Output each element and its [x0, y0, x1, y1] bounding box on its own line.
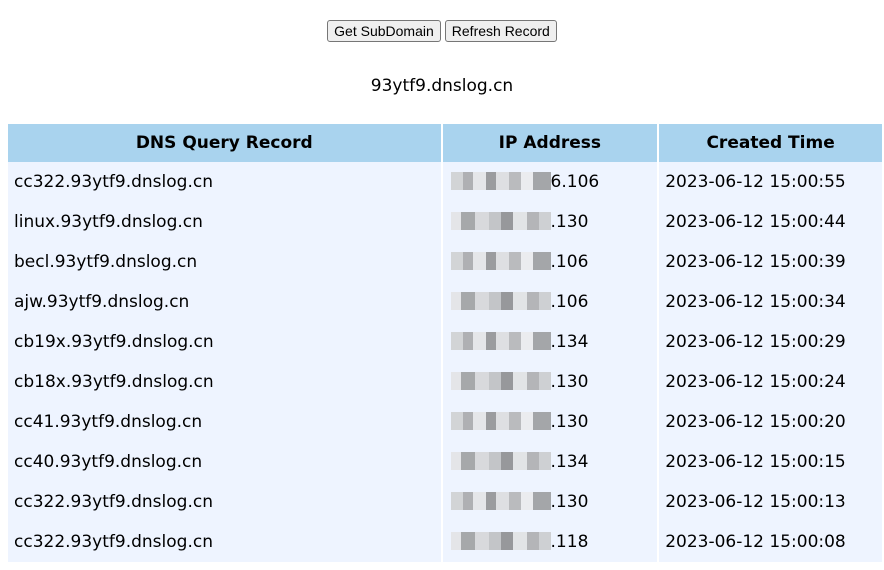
table-row: cb19x.93ytf9.dnslog.cn .134 2023-06-12 1…: [8, 322, 882, 362]
created-time-cell: 2023-06-12 15:00:34: [659, 282, 882, 322]
ip-address-cell: .130: [442, 402, 658, 442]
ip-address-cell: .106: [442, 242, 658, 282]
ip-address-cell: 6.106: [442, 162, 658, 202]
redacted-ip-mosaic: [450, 372, 551, 390]
created-time-cell: 2023-06-12 15:00:29: [659, 322, 882, 362]
ip-suffix: .130: [550, 212, 589, 232]
header-ip-address: IP Address: [442, 124, 658, 162]
ip-address-cell: .130: [442, 202, 658, 242]
redacted-ip-mosaic: [450, 172, 551, 190]
ip-address-cell: .106: [442, 282, 658, 322]
table-header-row: DNS Query Record IP Address Created Time: [8, 124, 882, 162]
redacted-ip-mosaic: [450, 252, 551, 270]
toolbar: Get SubDomain Refresh Record: [0, 20, 884, 42]
created-time-cell: 2023-06-12 15:00:55: [659, 162, 882, 202]
created-time-cell: 2023-06-12 15:00:39: [659, 242, 882, 282]
subdomain-display: 93ytf9.dnslog.cn: [370, 76, 514, 96]
dns-record-cell: becl.93ytf9.dnslog.cn: [8, 242, 441, 282]
table-row: cb18x.93ytf9.dnslog.cn .130 2023-06-12 1…: [8, 362, 882, 402]
dns-record-cell: ajw.93ytf9.dnslog.cn: [8, 282, 441, 322]
redacted-ip-mosaic: [450, 292, 551, 310]
ip-address-cell: .130: [442, 362, 658, 402]
dns-records-table: DNS Query Record IP Address Created Time…: [6, 124, 884, 562]
ip-suffix: .130: [550, 372, 589, 392]
ip-suffix: .106: [550, 252, 589, 272]
dns-record-cell: cc322.93ytf9.dnslog.cn: [8, 522, 441, 562]
created-time-cell: 2023-06-12 15:00:44: [659, 202, 882, 242]
ip-suffix: .130: [550, 492, 589, 512]
table-row: linux.93ytf9.dnslog.cn .130 2023-06-12 1…: [8, 202, 882, 242]
table-row: ajw.93ytf9.dnslog.cn .106 2023-06-12 15:…: [8, 282, 882, 322]
ip-suffix: .118: [550, 532, 589, 552]
ip-suffix: .134: [550, 332, 589, 352]
dns-record-cell: cc322.93ytf9.dnslog.cn: [8, 482, 441, 522]
created-time-cell: 2023-06-12 15:00:15: [659, 442, 882, 482]
dns-record-cell: cb18x.93ytf9.dnslog.cn: [8, 362, 441, 402]
table-row: cc41.93ytf9.dnslog.cn .130 2023-06-12 15…: [8, 402, 882, 442]
ip-suffix: .134: [550, 452, 589, 472]
ip-address-cell: .118: [442, 522, 658, 562]
dns-record-cell: cc41.93ytf9.dnslog.cn: [8, 402, 441, 442]
redacted-ip-mosaic: [450, 412, 551, 430]
redacted-ip-mosaic: [450, 452, 551, 470]
created-time-cell: 2023-06-12 15:00:13: [659, 482, 882, 522]
ip-suffix: 6.106: [550, 172, 600, 192]
ip-address-cell: .134: [442, 322, 658, 362]
refresh-record-button[interactable]: Refresh Record: [444, 20, 557, 42]
dns-record-cell: cb19x.93ytf9.dnslog.cn: [8, 322, 441, 362]
dns-record-cell: linux.93ytf9.dnslog.cn: [8, 202, 441, 242]
created-time-cell: 2023-06-12 15:00:24: [659, 362, 882, 402]
ip-suffix: .130: [550, 412, 589, 432]
table-row: cc322.93ytf9.dnslog.cn 6.106 2023-06-12 …: [8, 162, 882, 202]
redacted-ip-mosaic: [450, 212, 551, 230]
redacted-ip-mosaic: [450, 532, 551, 550]
header-created-time: Created Time: [659, 124, 882, 162]
header-dns-query-record: DNS Query Record: [8, 124, 441, 162]
table-row: cc322.93ytf9.dnslog.cn .130 2023-06-12 1…: [8, 482, 882, 522]
redacted-ip-mosaic: [450, 332, 551, 350]
dns-record-cell: cc322.93ytf9.dnslog.cn: [8, 162, 441, 202]
table-row: cc322.93ytf9.dnslog.cn .118 2023-06-12 1…: [8, 522, 882, 562]
ip-address-cell: .130: [442, 482, 658, 522]
get-subdomain-button[interactable]: Get SubDomain: [327, 20, 441, 42]
dns-record-cell: cc40.93ytf9.dnslog.cn: [8, 442, 441, 482]
ip-suffix: .106: [550, 292, 589, 312]
table-row: cc40.93ytf9.dnslog.cn .134 2023-06-12 15…: [8, 442, 882, 482]
table-row: becl.93ytf9.dnslog.cn .106 2023-06-12 15…: [8, 242, 882, 282]
created-time-cell: 2023-06-12 15:00:20: [659, 402, 882, 442]
created-time-cell: 2023-06-12 15:00:08: [659, 522, 882, 562]
ip-address-cell: .134: [442, 442, 658, 482]
redacted-ip-mosaic: [450, 492, 551, 510]
